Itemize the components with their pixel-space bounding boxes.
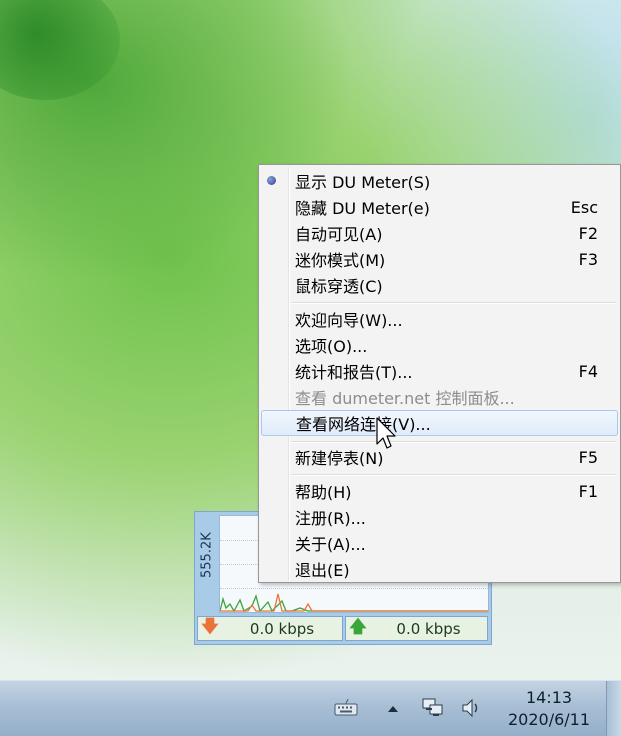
menu-item-help[interactable]: 帮助(H) F1 <box>261 479 618 503</box>
upload-arrow-icon: 🡅 <box>349 617 367 637</box>
wallpaper-leaf <box>0 0 120 100</box>
upload-rate: 🡅 0.0 kbps <box>345 616 488 641</box>
menu-item-show[interactable]: 显示 DU Meter(S) <box>261 169 618 193</box>
menu-item-about[interactable]: 关于(A)... <box>261 531 618 555</box>
menu-item-network-connections[interactable]: 查看网络连接(V)... <box>261 410 618 436</box>
show-desktop-button[interactable] <box>606 681 621 736</box>
keyboard-icon[interactable] <box>333 697 359 719</box>
upload-rate-value: 0.0 kbps <box>396 619 461 638</box>
menu-separator <box>291 302 616 304</box>
menu-item-click-through[interactable]: 鼠标穿透(C) <box>261 273 618 297</box>
menu-item-auto-visible[interactable]: 自动可见(A) F2 <box>261 221 618 245</box>
taskbar-clock[interactable]: 14:13 2020/6/11 <box>488 687 610 731</box>
taskbar: 14:13 2020/6/11 <box>0 680 621 736</box>
du-meter-context-menu: 显示 DU Meter(S) 隐藏 DU Meter(e) Esc 自动可见(A… <box>258 164 621 583</box>
menu-separator <box>291 441 616 443</box>
menu-item-new-stopwatch[interactable]: 新建停表(N) F5 <box>261 445 618 469</box>
menu-item-register[interactable]: 注册(R)... <box>261 505 618 529</box>
menu-item-hide[interactable]: 隐藏 DU Meter(e) Esc <box>261 195 618 219</box>
menu-item-mini-mode[interactable]: 迷你模式(M) F3 <box>261 247 618 271</box>
menu-item-welcome-wizard[interactable]: 欢迎向导(W)... <box>261 307 618 331</box>
network-icon[interactable] <box>421 697 447 719</box>
radio-checked-icon <box>267 176 276 185</box>
menu-separator <box>291 474 616 476</box>
menu-item-dumeter-panel: 查看 dumeter.net 控制面板... <box>295 389 515 408</box>
clock-time: 14:13 <box>525 688 573 707</box>
menu-item-statistics[interactable]: 统计和报告(T)... F4 <box>261 359 618 383</box>
graph-scale-label: 555.2K <box>199 532 215 578</box>
menu-item-exit[interactable]: 退出(E) <box>261 557 618 581</box>
clock-date: 2020/6/11 <box>507 710 591 729</box>
mouse-cursor-icon <box>376 417 396 449</box>
download-arrow-icon: 🡇 <box>201 617 219 637</box>
menu-item-options[interactable]: 选项(O)... <box>261 333 618 357</box>
volume-icon[interactable] <box>459 697 485 719</box>
show-hidden-icons-up-icon[interactable] <box>380 697 406 719</box>
download-rate: 🡇 0.0 kbps <box>197 616 343 641</box>
download-rate-value: 0.0 kbps <box>249 619 315 638</box>
